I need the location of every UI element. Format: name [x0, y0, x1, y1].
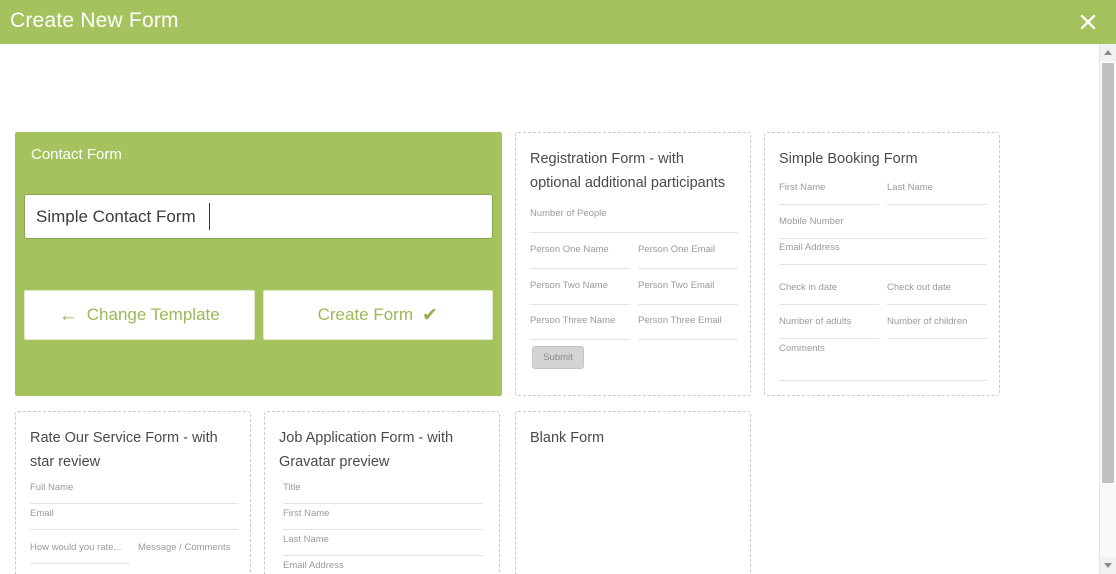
modal-header: Create New Form [0, 0, 1116, 44]
template-card-job-application-form[interactable]: Job Application Form - with Gravatar pre… [264, 411, 500, 574]
field-rating[interactable]: How would you rate... [30, 542, 130, 564]
field-full-name[interactable]: Full Name [30, 482, 238, 504]
field-first-name[interactable]: First Name [283, 508, 483, 530]
field-mobile-number[interactable]: Mobile Number [779, 216, 987, 239]
field-first-name[interactable]: First Name [779, 182, 879, 205]
field-email-address[interactable]: Email Address [779, 242, 987, 265]
field-last-name[interactable]: Last Name [887, 182, 987, 205]
field-email-address[interactable]: Email Address [283, 560, 483, 574]
field-email[interactable]: Email [30, 508, 238, 530]
field-check-in-date[interactable]: Check in date [779, 282, 879, 305]
template-title: Simple Booking Form [779, 151, 918, 167]
template-title: Rate Our Service Form - with star review [30, 430, 218, 470]
arrow-left-icon: ← [58, 304, 78, 326]
field-person-one-email[interactable]: Person One Email [638, 244, 738, 269]
template-title: Job Application Form - with Gravatar pre… [279, 430, 454, 470]
scroll-down-arrow-icon[interactable] [1100, 557, 1116, 574]
selected-template-actions: ← Change Template Create Form ✔ [24, 290, 493, 340]
change-template-button[interactable]: ← Change Template [24, 290, 255, 340]
field-number-of-people[interactable]: Number of People [530, 208, 738, 233]
template-card-simple-booking-form[interactable]: Simple Booking Form First Name Last Name… [764, 132, 1000, 396]
close-icon[interactable] [1077, 11, 1099, 33]
field-title[interactable]: Title [283, 482, 483, 504]
scrollbar-thumb[interactable] [1102, 63, 1114, 483]
create-form-button[interactable]: Create Form ✔ [262, 290, 493, 340]
scroll-down-glyph [1104, 563, 1112, 568]
field-comments[interactable]: Comments [779, 343, 987, 381]
field-last-name[interactable]: Last Name [283, 534, 483, 556]
create-form-label: Create Form [317, 305, 413, 324]
template-card-registration-form[interactable]: Registration Form - with optional additi… [515, 132, 751, 396]
template-title: Blank Form [530, 430, 605, 446]
field-person-two-name[interactable]: Person Two Name [530, 280, 630, 305]
field-person-one-name[interactable]: Person One Name [530, 244, 630, 269]
template-card-rate-our-service-form[interactable]: Rate Our Service Form - with star review… [15, 411, 251, 574]
field-person-three-email[interactable]: Person Three Email [638, 315, 738, 340]
field-person-three-name[interactable]: Person Three Name [530, 315, 630, 340]
selected-template-card: Contact Form ← Change Template Create Fo… [15, 132, 502, 396]
field-check-out-date[interactable]: Check out date [887, 282, 987, 305]
page-title: Create New Form [10, 9, 179, 32]
submit-button[interactable]: Submit [532, 346, 584, 369]
field-message-comments[interactable]: Message / Comments [138, 542, 238, 574]
change-template-label: Change Template [86, 305, 220, 324]
selected-template-title: Contact Form [31, 146, 122, 163]
vertical-scrollbar[interactable] [1099, 44, 1116, 574]
field-number-of-adults[interactable]: Number of adults [779, 316, 879, 339]
text-caret [209, 203, 210, 230]
field-person-two-email[interactable]: Person Two Email [638, 280, 738, 305]
template-card-blank-form[interactable]: Blank Form [515, 411, 751, 574]
template-title: Registration Form - with optional additi… [530, 151, 726, 191]
form-name-input[interactable] [24, 194, 493, 239]
scroll-up-glyph [1104, 50, 1112, 55]
field-number-of-children[interactable]: Number of children [887, 316, 987, 339]
check-icon: ✔ [422, 304, 438, 326]
scroll-up-arrow-icon[interactable] [1100, 44, 1116, 61]
template-gallery: Contact Form ← Change Template Create Fo… [0, 44, 1099, 574]
